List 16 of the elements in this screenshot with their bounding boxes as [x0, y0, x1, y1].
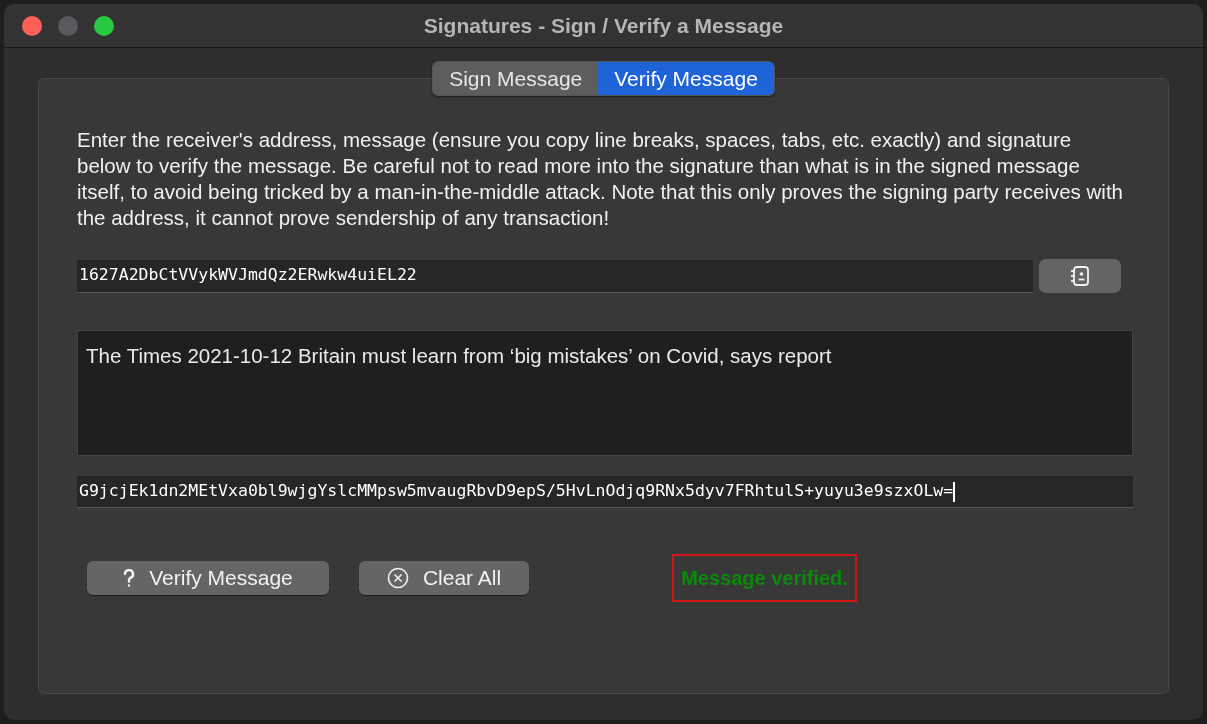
instructions-text: Enter the receiver's address, message (ensure you copy line breaks, spaces, tabs, etc. exactly) and signature below to verify the message. Be careful not to read more into the signature than what is in the signed message itself, to avoid being tricked by a man-in-the-middle attack. Note that this only proves the signing party receives with the address, it cannot prove sendership of any transaction!	[77, 127, 1124, 231]
close-window-icon[interactable]	[22, 15, 42, 36]
question-mark-icon	[123, 569, 136, 587]
message-field[interactable]: The Times 2021-10-12 Britain must learn from ‘big mistakes’ on Covid, says report	[77, 330, 1133, 456]
status-message: Message verified.	[672, 554, 857, 602]
zoom-window-icon[interactable]	[94, 15, 114, 36]
window-title: Signatures - Sign / Verify a Message	[423, 12, 784, 39]
close-circle-icon	[386, 567, 409, 589]
tab[interactable]: Verify Message	[598, 62, 774, 95]
verify-message-button[interactable]: Verify Message	[87, 561, 329, 595]
clear-all-button[interactable]: Clear All	[359, 561, 529, 595]
tab[interactable]: Sign Message	[433, 62, 599, 95]
address-book-button[interactable]	[1039, 259, 1121, 293]
address-book-icon	[1069, 265, 1091, 287]
address-field[interactable]: 1627A2DbCtVVykWVJmdQz2ERwkw4uiEL22	[77, 259, 1033, 293]
signature-field[interactable]: G9jcjEk1dn2MEtVxa0bl9wjgYslcMMpsw5mvaugRbvD9epS/5HvLnOdjq9RNx5dyv7FRhtulS+yuyu3e9szxOLw=	[77, 476, 1133, 508]
